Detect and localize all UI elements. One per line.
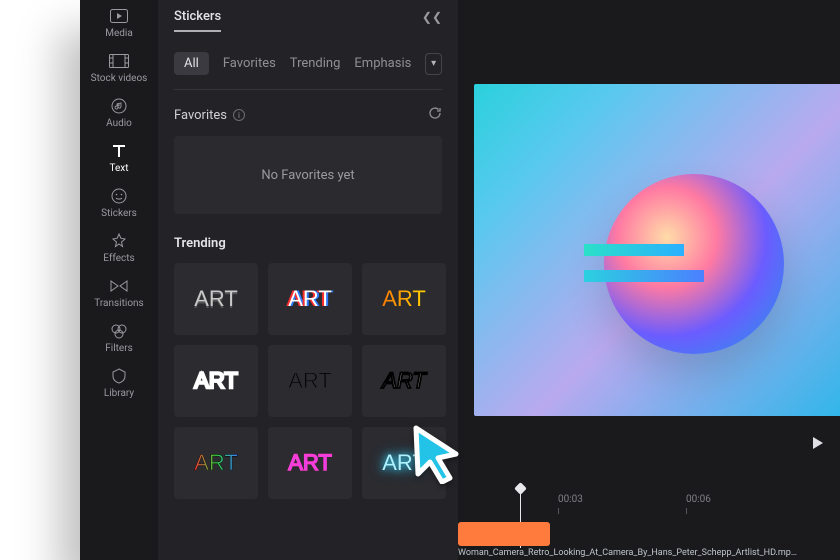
effects-icon (109, 231, 129, 251)
rail-label: Media (105, 28, 133, 39)
rail-text[interactable]: Text (80, 135, 158, 180)
sticker-thumb[interactable]: ART (362, 263, 446, 335)
sticker-thumb[interactable]: ART (174, 345, 258, 417)
rail-label: Effects (103, 253, 134, 264)
sticker-thumb[interactable]: ART (174, 427, 258, 499)
media-icon (109, 6, 129, 26)
rail-effects[interactable]: Effects (80, 225, 158, 270)
stickers-icon (109, 186, 129, 206)
rail-label: Filters (105, 343, 133, 354)
rail-label: Text (109, 163, 128, 174)
preview-graphic (604, 174, 784, 354)
divider (174, 89, 442, 90)
ruler-tick: 00:03 (558, 494, 583, 505)
transitions-icon (109, 276, 129, 296)
audio-icon (109, 96, 129, 116)
rail-filters[interactable]: Filters (80, 315, 158, 360)
refresh-icon[interactable] (428, 106, 442, 124)
collapse-panel-button[interactable]: ❮❮ (422, 10, 442, 24)
play-button[interactable] (812, 436, 824, 453)
cursor-pointer-icon (410, 424, 464, 488)
tab-emphasis[interactable]: Emphasis (354, 56, 411, 71)
rail-library[interactable]: Library (80, 360, 158, 405)
sticker-thumb[interactable]: ART (268, 263, 352, 335)
library-icon (109, 366, 129, 386)
rail-label: Stickers (101, 208, 137, 219)
sticker-thumb[interactable]: ART (174, 263, 258, 335)
filters-icon (109, 321, 129, 341)
timeline[interactable]: 00:03 00:06 Woman_Camera_Retro_Looking_A… (458, 480, 840, 560)
rail-label: Audio (106, 118, 132, 129)
rail-label: Library (104, 388, 134, 399)
favorites-empty-state: No Favorites yet (174, 136, 442, 214)
favorites-heading: Favorites (174, 108, 227, 123)
tabs-more-button[interactable]: ▾ (425, 53, 442, 75)
rail-label: Transitions (94, 298, 143, 309)
timeline-ruler[interactable]: 00:03 00:06 (458, 480, 840, 512)
rail-transitions[interactable]: Transitions (80, 270, 158, 315)
editor-right-pane (458, 0, 840, 560)
chevron-down-icon: ▾ (431, 58, 436, 69)
rail-label: Stock videos (91, 73, 148, 84)
category-tabs: All Favorites Trending Emphasis ▾ (174, 52, 442, 75)
tab-trending[interactable]: Trending (290, 56, 341, 71)
preview-graphic (584, 270, 704, 282)
ruler-tick: 00:06 (686, 494, 711, 505)
panel-title: Stickers (174, 9, 221, 32)
sticker-thumb[interactable]: ART (268, 427, 352, 499)
text-icon (109, 141, 129, 161)
nav-rail: Media Stock videos Audio Text Stickers E… (80, 0, 158, 560)
timeline-clip[interactable] (458, 522, 550, 546)
sticker-thumb[interactable]: ART (362, 345, 446, 417)
clip-label: Woman_Camera_Retro_Looking_At_Camera_By_… (458, 548, 840, 558)
info-icon[interactable]: i (233, 109, 245, 121)
chevron-left-double-icon: ❮❮ (422, 10, 442, 24)
rail-media[interactable]: Media (80, 0, 158, 45)
panel-header: Stickers ❮❮ (174, 0, 442, 34)
preview-graphic (584, 244, 684, 256)
stock-videos-icon (109, 51, 129, 71)
favorites-section-header: Favorites i (174, 106, 442, 124)
trending-grid: ART ART ART ART ART ART ART ART ART (174, 263, 442, 499)
tab-favorites[interactable]: Favorites (223, 56, 276, 71)
rail-audio[interactable]: Audio (80, 90, 158, 135)
rail-stock-videos[interactable]: Stock videos (80, 45, 158, 90)
trending-heading: Trending (174, 236, 442, 251)
sticker-thumb[interactable]: ART (268, 345, 352, 417)
preview-viewport[interactable] (474, 84, 840, 416)
rail-stickers[interactable]: Stickers (80, 180, 158, 225)
tab-all[interactable]: All (174, 52, 209, 75)
